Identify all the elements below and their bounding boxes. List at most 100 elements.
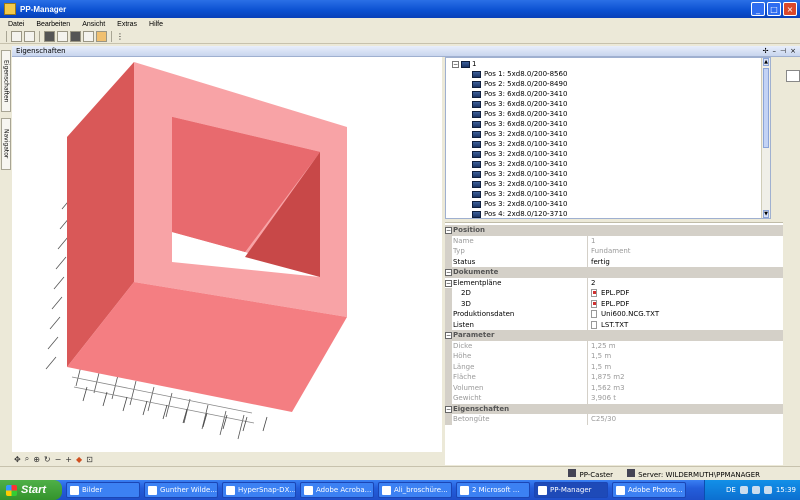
prop-value[interactable]: Uni600.NCG.TXT <box>601 310 659 318</box>
tree-item[interactable]: Pos 3: 2xd8.0/100-3410 <box>472 129 567 139</box>
position-tree[interactable]: − 1 Pos 1: 5xd8.0/200-8560 Pos 2: 5xd8.0/… <box>445 57 771 219</box>
taskbar-item[interactable]: Adobe Photos... <box>612 482 686 498</box>
prop-value[interactable]: LST.TXT <box>601 321 628 329</box>
gear-icon[interactable] <box>57 31 68 42</box>
taskbar-item[interactable]: 2 Microsoft ... <box>456 482 530 498</box>
tree-item[interactable]: Pos 3: 2xd8.0/100-3410 <box>472 189 567 199</box>
minimize-button[interactable]: _ <box>751 2 765 16</box>
maximize-button[interactable]: □ <box>767 2 781 16</box>
prop-value[interactable]: EPL.PDF <box>601 300 629 308</box>
minus-icon[interactable]: – <box>773 47 777 55</box>
tab-eigenschaften[interactable]: Eigenschaften <box>1 50 11 112</box>
tree-item[interactable]: Pos 3: 6xd8.0/200-3410 <box>472 119 567 129</box>
tree-item[interactable]: Pos 3: 6xd8.0/200-3410 <box>472 89 567 99</box>
prop-value[interactable]: EPL.PDF <box>601 289 629 297</box>
tree-item[interactable]: Pos 4: 2xd8.0/120-3710 <box>472 209 567 218</box>
crosshair-icon[interactable]: + <box>65 455 72 464</box>
menu-datei[interactable]: Datei <box>8 21 24 28</box>
more-icon[interactable]: ⋮ <box>116 32 124 41</box>
tree-item[interactable]: Pos 2: 5xd8.0/200-8490 <box>472 79 567 89</box>
prop-row-laenge[interactable]: Länge 1,5 m <box>445 361 783 372</box>
taskbar-item[interactable]: PP-Manager <box>534 482 608 498</box>
prop-row-name[interactable]: Name 1 <box>445 235 783 246</box>
tree-item[interactable]: Pos 3: 6xd8.0/200-3410 <box>472 99 567 109</box>
menu-bearbeiten[interactable]: Bearbeiten <box>36 21 70 28</box>
prop-row-status[interactable]: Status fertig <box>445 256 783 267</box>
prop-row-betonguete[interactable]: Betongüte C25/30 <box>445 414 783 425</box>
category-eigenschaften[interactable]: − Eigenschaften <box>445 403 783 414</box>
user-icon[interactable] <box>96 31 107 42</box>
collapse-icon[interactable]: − <box>445 279 452 287</box>
task-app-icon <box>148 485 157 495</box>
close-panel-icon[interactable]: × <box>790 47 796 55</box>
fit-icon[interactable]: ⊡ <box>86 455 93 464</box>
prop-row-typ[interactable]: Typ Fundament <box>445 246 783 257</box>
network-icon[interactable] <box>739 486 748 494</box>
tree-root[interactable]: − 1 <box>452 59 476 69</box>
collapse-icon[interactable]: − <box>445 405 452 413</box>
prop-row-elementplaene[interactable]: − Elementpläne 2 <box>445 277 783 288</box>
paint-icon[interactable]: ◆ <box>76 455 82 464</box>
prop-row-3d[interactable]: 3D EPL.PDF <box>445 298 783 309</box>
3d-viewport[interactable] <box>12 57 442 452</box>
tree-item[interactable]: Pos 3: 2xd8.0/100-3410 <box>472 149 567 159</box>
start-button[interactable]: Start <box>0 480 62 500</box>
scroll-up-icon[interactable]: ▲ <box>763 58 769 66</box>
collapse-icon[interactable]: − <box>445 269 452 276</box>
taskbar-item[interactable]: HyperSnap-DX... <box>222 482 296 498</box>
collapse-icon[interactable]: − <box>445 227 452 234</box>
scroll-thumb[interactable] <box>763 68 769 148</box>
tree-scrollbar[interactable]: ▲ ▼ <box>761 58 770 218</box>
taskbar-item[interactable]: Bilder <box>66 482 140 498</box>
layers-icon[interactable] <box>83 31 94 42</box>
side-panel-icon[interactable] <box>786 70 800 82</box>
category-position[interactable]: − Position <box>445 225 783 236</box>
menu-extras[interactable]: Extras <box>117 21 137 28</box>
prop-key: Typ <box>453 247 465 256</box>
menu-hilfe[interactable]: Hilfe <box>149 21 163 28</box>
rotate-icon[interactable]: ↻ <box>44 455 51 464</box>
taskbar-item[interactable]: Adobe Acroba... <box>300 482 374 498</box>
prop-row-dicke[interactable]: Dicke 1,25 m <box>445 340 783 351</box>
tray-app-icon[interactable] <box>763 486 772 494</box>
zoom-in-icon[interactable]: ⊕ <box>33 455 40 464</box>
zoom-out-icon[interactable]: − <box>55 455 62 464</box>
taskbar-item[interactable]: Ali_broschüre... <box>378 482 452 498</box>
tree-item[interactable]: Pos 3: 2xd8.0/100-3410 <box>472 139 567 149</box>
tab-navigator[interactable]: Navigator <box>1 118 11 170</box>
disc-icon[interactable] <box>44 31 55 42</box>
tree-item[interactable]: Pos 3: 2xd8.0/100-3410 <box>472 169 567 179</box>
prop-row-hoehe[interactable]: Höhe 1,5 m <box>445 351 783 362</box>
pin-icon[interactable]: ✢ <box>763 47 769 55</box>
taskbar-item[interactable]: Gunther Wilde... <box>144 482 218 498</box>
category-dokumente[interactable]: − Dokumente <box>445 267 783 278</box>
close-button[interactable]: × <box>783 2 797 16</box>
prop-row-flaeche[interactable]: Fläche 1,875 m2 <box>445 372 783 383</box>
grid-icon[interactable] <box>11 31 22 42</box>
collapse-icon[interactable]: − <box>452 60 459 68</box>
prop-value: 3,906 t <box>591 394 617 403</box>
tree-item[interactable]: Pos 3: 6xd8.0/200-3410 <box>472 109 567 119</box>
zoom-icon[interactable]: ⌕ <box>25 454 29 464</box>
collapse-icon[interactable]: − <box>445 332 452 339</box>
language-indicator[interactable]: DE <box>726 486 736 494</box>
tree-item[interactable]: Pos 3: 2xd8.0/100-3410 <box>472 159 567 169</box>
stack-icon[interactable] <box>70 31 81 42</box>
prop-value: Fundament <box>591 247 631 256</box>
title-bar: PP-Manager _ □ × <box>0 0 800 18</box>
volume-icon[interactable] <box>751 486 760 494</box>
tree-item[interactable]: Pos 1: 5xd8.0/200-8560 <box>472 69 567 79</box>
prop-row-2d[interactable]: 2D EPL.PDF <box>445 288 783 299</box>
prop-row-listen[interactable]: Listen LST.TXT <box>445 319 783 330</box>
menu-ansicht[interactable]: Ansicht <box>82 21 105 28</box>
prop-row-produktionsdaten[interactable]: Produktionsdaten Uni600.NCG.TXT <box>445 309 783 320</box>
prop-row-volumen[interactable]: Volumen 1,562 m3 <box>445 382 783 393</box>
tree-item[interactable]: Pos 3: 2xd8.0/100-3410 <box>472 199 567 209</box>
tree-item[interactable]: Pos 3: 2xd8.0/100-3410 <box>472 179 567 189</box>
list-icon[interactable] <box>24 31 35 42</box>
category-parameter[interactable]: − Parameter <box>445 330 783 341</box>
scroll-down-icon[interactable]: ▼ <box>763 210 769 218</box>
move-icon[interactable]: ✥ <box>14 455 21 464</box>
dock-icon[interactable]: ⊣ <box>780 47 786 55</box>
prop-row-gewicht[interactable]: Gewicht 3,906 t <box>445 393 783 404</box>
